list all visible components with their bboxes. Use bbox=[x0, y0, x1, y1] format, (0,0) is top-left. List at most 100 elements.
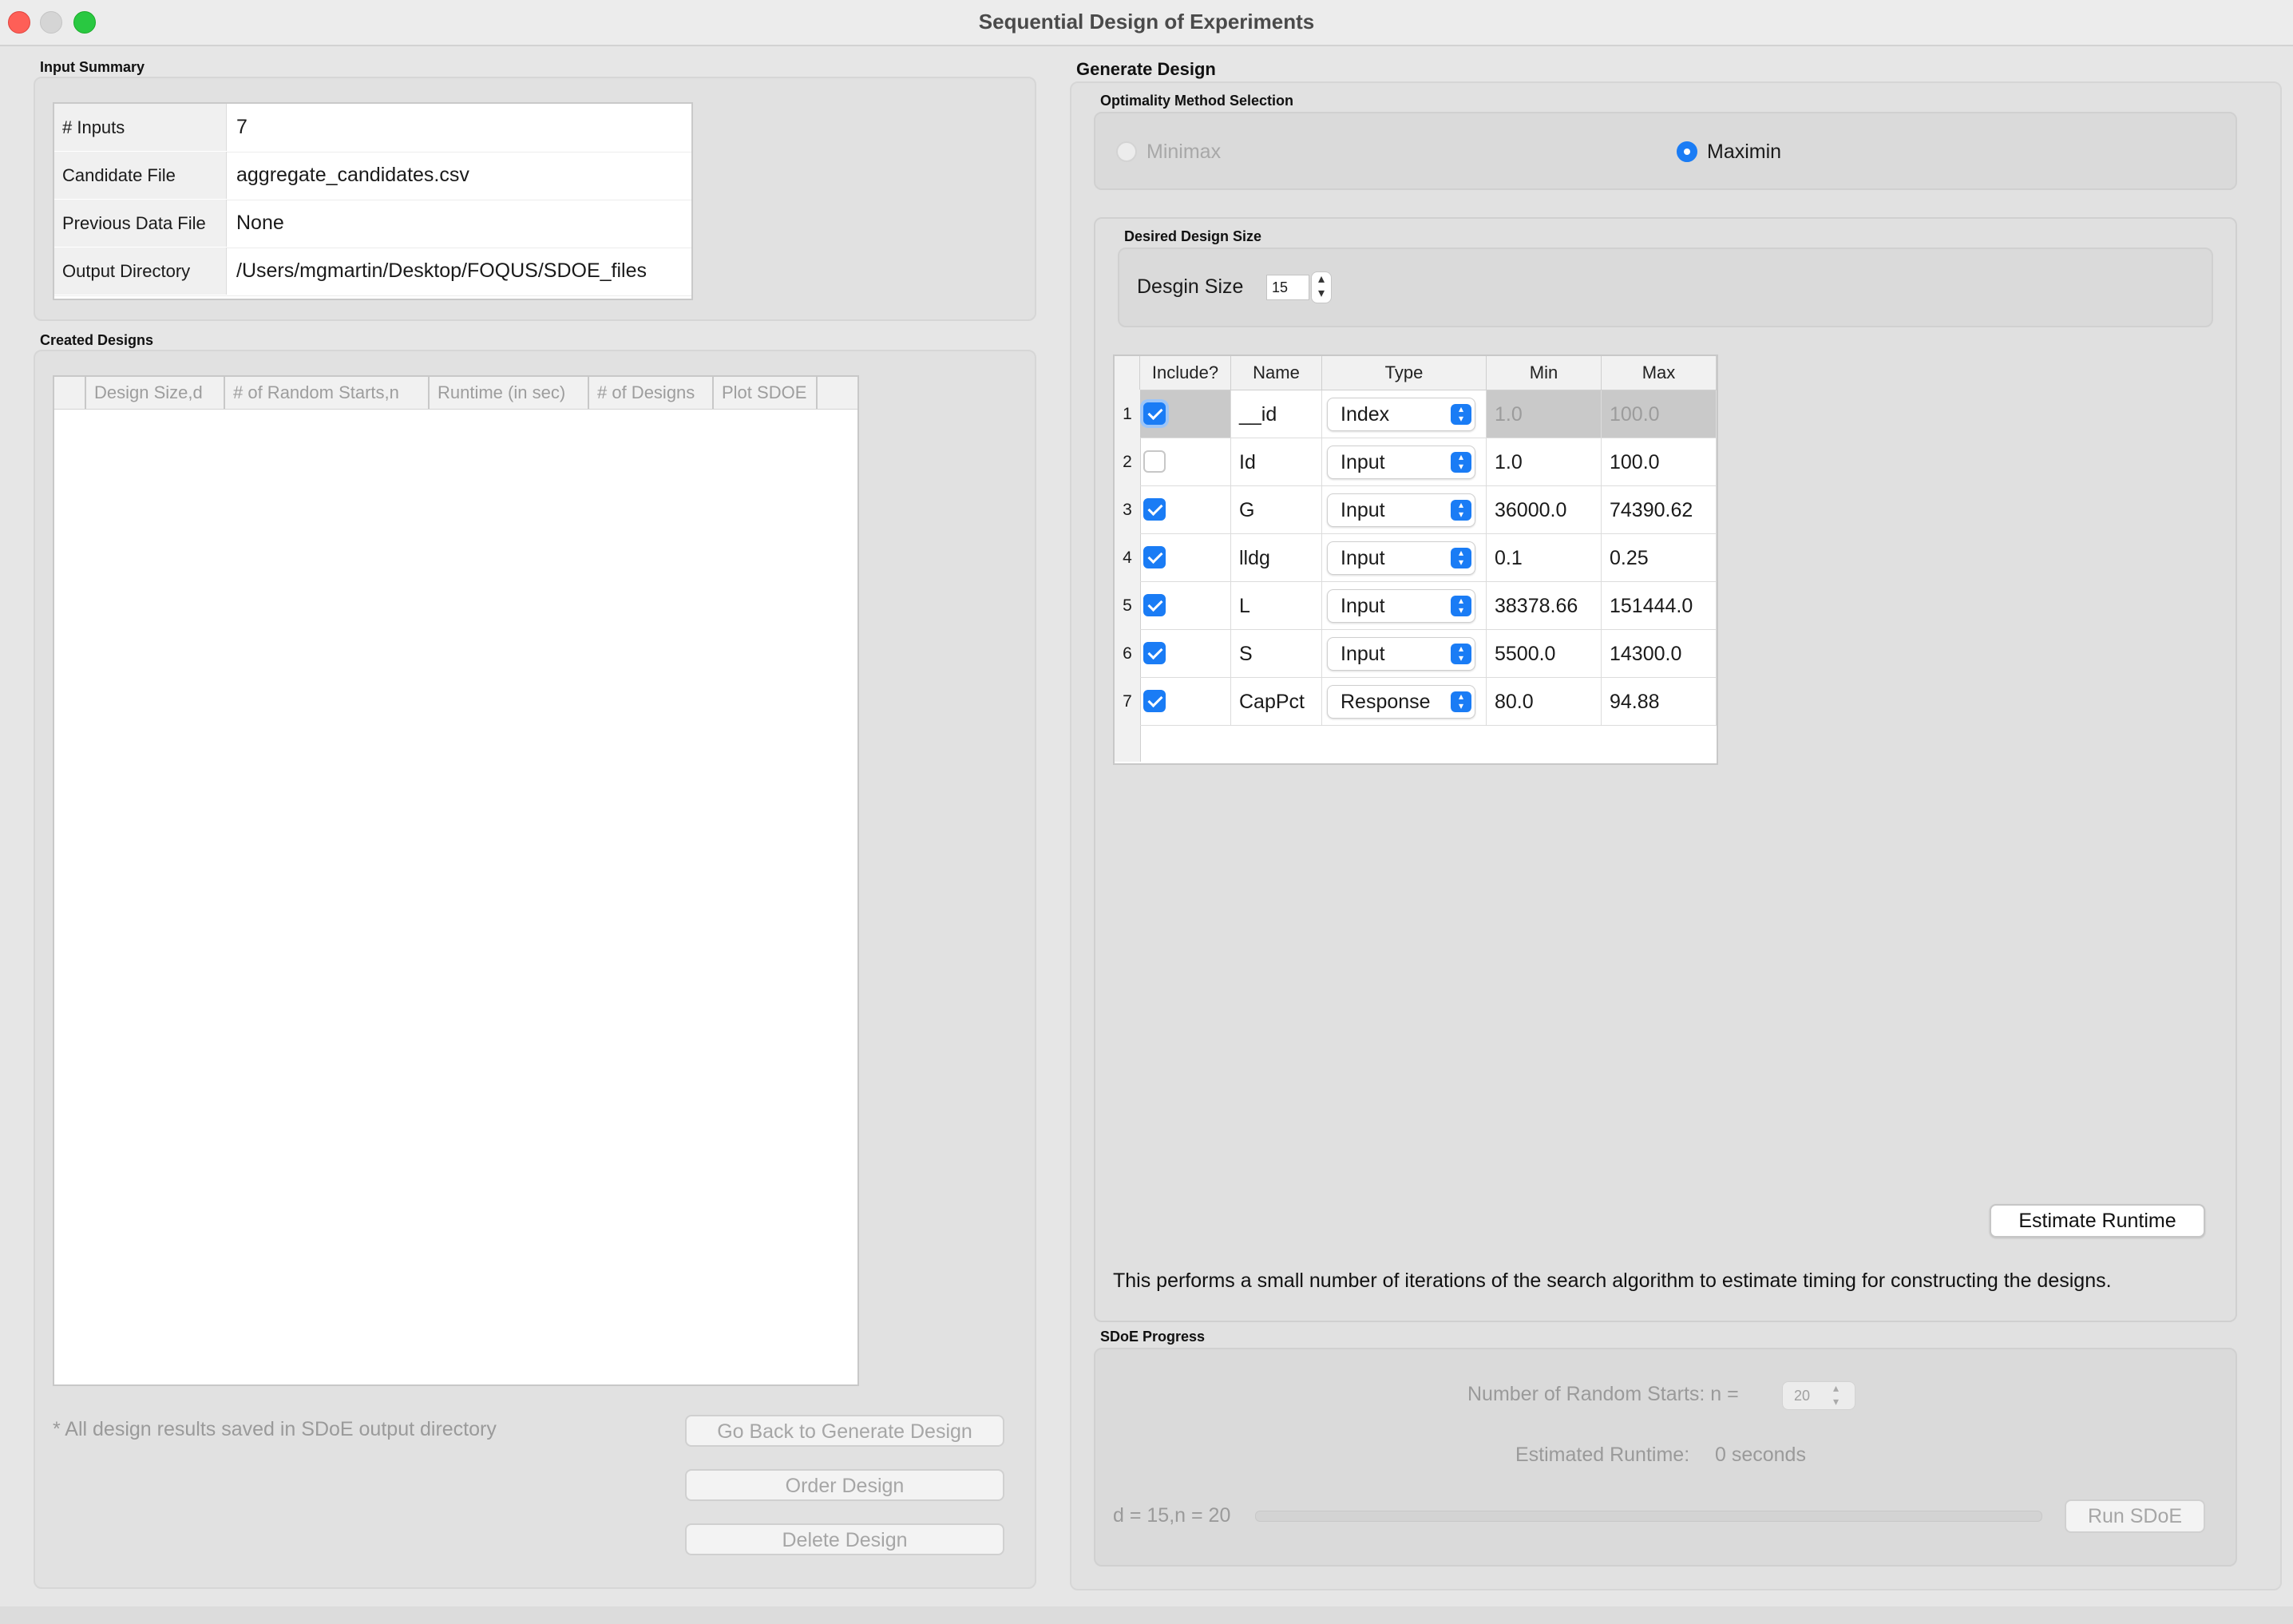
window-title: Sequential Design of Experiments bbox=[978, 10, 1315, 34]
random-starts-label: Number of Random Starts: n = bbox=[1467, 1383, 1739, 1405]
type-dropdown[interactable]: Index ▴ ▾ bbox=[1327, 398, 1475, 431]
summary-key: Previous Data File bbox=[54, 200, 227, 247]
min-cell[interactable]: 1.0 bbox=[1487, 438, 1602, 486]
variables-table-header: Include? Name Type Min Max bbox=[1115, 356, 1717, 390]
design-size-input[interactable]: 15 bbox=[1266, 275, 1309, 300]
type-value: Input bbox=[1341, 499, 1385, 521]
type-cell: Input ▴ ▾ bbox=[1322, 486, 1487, 534]
include-checkbox[interactable] bbox=[1143, 450, 1166, 473]
name-cell[interactable]: G bbox=[1231, 486, 1322, 534]
delete-design-button[interactable]: Delete Design bbox=[685, 1523, 1004, 1555]
max-cell[interactable]: 0.25 bbox=[1602, 534, 1717, 582]
row-number: 6 bbox=[1123, 644, 1132, 663]
created-designs-table[interactable]: Design Size,d # of Random Starts,n Runti… bbox=[53, 375, 859, 1386]
estimated-runtime-label: Estimated Runtime: bbox=[1515, 1444, 1690, 1466]
min-cell[interactable]: 36000.0 bbox=[1487, 486, 1602, 534]
type-dropdown[interactable]: Input ▴ ▾ bbox=[1327, 446, 1475, 479]
type-cell: Input ▴ ▾ bbox=[1322, 438, 1487, 486]
name-cell[interactable]: Id bbox=[1231, 438, 1322, 486]
type-dropdown[interactable]: Input ▴ ▾ bbox=[1327, 637, 1475, 671]
include-checkbox[interactable] bbox=[1143, 546, 1166, 568]
designs-col-header[interactable]: # of Random Starts,n bbox=[225, 377, 430, 409]
col-header-include[interactable]: Include? bbox=[1140, 356, 1231, 390]
col-header-min[interactable]: Min bbox=[1487, 356, 1602, 390]
input-summary-label: Input Summary bbox=[40, 59, 145, 75]
updown-chevron-icon: ▴ ▾ bbox=[1451, 452, 1471, 473]
type-cell: Response ▴ ▾ bbox=[1322, 678, 1487, 726]
include-checkbox[interactable] bbox=[1143, 690, 1166, 712]
summary-value[interactable]: None bbox=[236, 200, 284, 247]
row-number: 2 bbox=[1123, 453, 1132, 471]
random-starts-stepper-icon: ▴ ▾ bbox=[1833, 1381, 1840, 1408]
go-back-button[interactable]: Go Back to Generate Design bbox=[685, 1415, 1004, 1447]
table-row: 6 S Input ▴ ▾ 5500.0 14300.0 bbox=[1115, 630, 1717, 678]
estimate-description: This performs a small number of iteratio… bbox=[1113, 1269, 2112, 1292]
name-cell[interactable]: lldg bbox=[1231, 534, 1322, 582]
row-number: 7 bbox=[1123, 692, 1132, 711]
designs-col-header[interactable]: # of Designs bbox=[589, 377, 714, 409]
minimax-radio bbox=[1116, 141, 1137, 162]
estimate-runtime-button[interactable]: Estimate Runtime bbox=[1990, 1204, 2205, 1238]
designs-col-header[interactable]: Design Size,d bbox=[86, 377, 225, 409]
summary-row: Output Directory /Users/mgmartin/Desktop… bbox=[54, 248, 691, 296]
include-checkbox[interactable] bbox=[1143, 498, 1166, 521]
maximin-radio[interactable] bbox=[1677, 141, 1697, 162]
summary-key: Output Directory bbox=[54, 248, 227, 295]
summary-value[interactable]: aggregate_candidates.csv bbox=[236, 152, 469, 199]
include-checkbox[interactable] bbox=[1143, 642, 1166, 664]
designs-col-header[interactable]: Plot SDOE bbox=[714, 377, 818, 409]
include-cell bbox=[1140, 582, 1231, 630]
type-cell: Index ▴ ▾ bbox=[1322, 390, 1487, 438]
table-row: 2 Id Input ▴ ▾ 1.0 100.0 bbox=[1115, 438, 1717, 486]
row-number: 4 bbox=[1123, 549, 1132, 567]
name-cell[interactable]: __id bbox=[1231, 390, 1322, 438]
min-cell[interactable]: 5500.0 bbox=[1487, 630, 1602, 678]
type-dropdown[interactable]: Input ▴ ▾ bbox=[1327, 493, 1475, 527]
order-design-button[interactable]: Order Design bbox=[685, 1469, 1004, 1501]
max-cell[interactable]: 14300.0 bbox=[1602, 630, 1717, 678]
include-cell bbox=[1140, 678, 1231, 726]
type-dropdown[interactable]: Response ▴ ▾ bbox=[1327, 685, 1475, 719]
type-dropdown[interactable]: Input ▴ ▾ bbox=[1327, 589, 1475, 623]
maximin-label[interactable]: Maximin bbox=[1707, 141, 1781, 164]
col-header-type[interactable]: Type bbox=[1322, 356, 1487, 390]
name-cell[interactable]: CapPct bbox=[1231, 678, 1322, 726]
name-cell[interactable]: S bbox=[1231, 630, 1322, 678]
max-cell[interactable]: 74390.62 bbox=[1602, 486, 1717, 534]
table-row: 4 lldg Input ▴ ▾ 0.1 0.25 bbox=[1115, 534, 1717, 582]
design-size-label: Desired Design Size bbox=[1124, 228, 1262, 244]
max-cell[interactable]: 100.0 bbox=[1602, 438, 1717, 486]
col-header-max[interactable]: Max bbox=[1602, 356, 1717, 390]
summary-value[interactable]: 7 bbox=[236, 104, 248, 151]
designs-col-header[interactable]: Runtime (in sec) bbox=[430, 377, 589, 409]
include-checkbox[interactable] bbox=[1143, 402, 1166, 425]
type-value: Response bbox=[1341, 691, 1431, 713]
type-value: Input bbox=[1341, 547, 1385, 569]
sdoe-status-text: d = 15,n = 20 bbox=[1113, 1504, 1231, 1527]
max-cell[interactable]: 151444.0 bbox=[1602, 582, 1717, 630]
min-cell[interactable]: 0.1 bbox=[1487, 534, 1602, 582]
design-size-stepper[interactable]: ▴ ▾ bbox=[1311, 271, 1332, 303]
generate-design-label: Generate Design bbox=[1076, 59, 1216, 79]
run-sdoe-button[interactable]: Run SDoE bbox=[2065, 1499, 2205, 1533]
table-row: 5 L Input ▴ ▾ 38378.66 151444.0 bbox=[1115, 582, 1717, 630]
type-dropdown[interactable]: Input ▴ ▾ bbox=[1327, 541, 1475, 575]
min-cell[interactable]: 80.0 bbox=[1487, 678, 1602, 726]
updown-chevron-icon: ▴ ▾ bbox=[1451, 596, 1471, 616]
created-designs-label: Created Designs bbox=[40, 332, 154, 348]
updown-chevron-icon: ▴ ▾ bbox=[1451, 404, 1471, 425]
include-cell bbox=[1140, 630, 1231, 678]
sdoe-progress-bar bbox=[1255, 1511, 2042, 1522]
include-checkbox[interactable] bbox=[1143, 594, 1166, 616]
table-corner bbox=[1115, 356, 1140, 390]
summary-key: Candidate File bbox=[54, 152, 227, 199]
col-header-name[interactable]: Name bbox=[1231, 356, 1322, 390]
designs-note: * All design results saved in SDoE outpu… bbox=[53, 1418, 497, 1440]
summary-row: # Inputs 7 bbox=[54, 104, 691, 152]
min-cell[interactable]: 38378.66 bbox=[1487, 582, 1602, 630]
type-value: Input bbox=[1341, 643, 1385, 665]
name-cell[interactable]: L bbox=[1231, 582, 1322, 630]
max-cell[interactable]: 94.88 bbox=[1602, 678, 1717, 726]
summary-value[interactable]: /Users/mgmartin/Desktop/FOQUS/SDOE_files bbox=[236, 248, 647, 295]
updown-chevron-icon: ▴ ▾ bbox=[1451, 500, 1471, 521]
